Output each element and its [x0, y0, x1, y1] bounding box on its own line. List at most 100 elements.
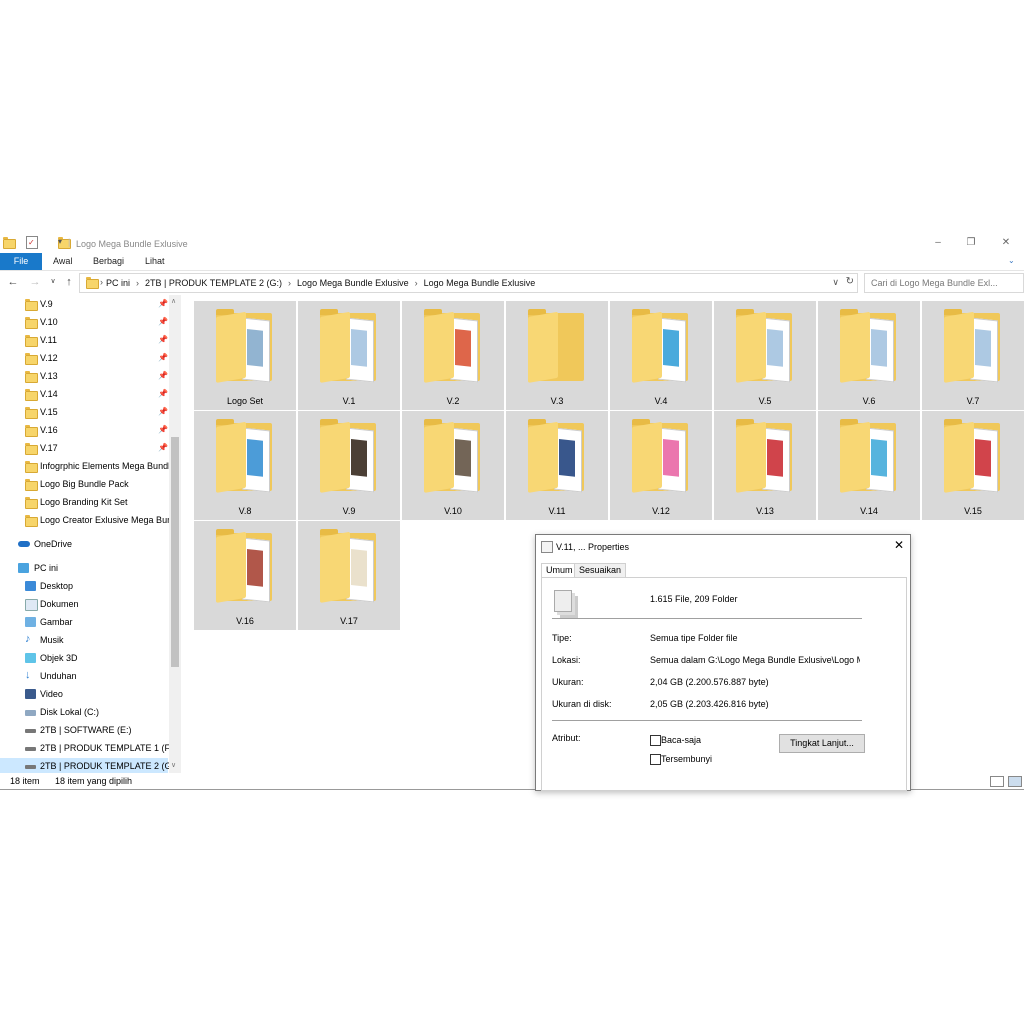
- chevron-right-icon[interactable]: ›: [100, 277, 103, 287]
- folder-tile[interactable]: V.14: [818, 411, 920, 520]
- nav-item-v12[interactable]: V.12 📌: [0, 350, 168, 367]
- folder-tile[interactable]: V.10: [402, 411, 504, 520]
- folder-tile[interactable]: V.8: [194, 411, 296, 520]
- pin-icon: 📌: [158, 335, 168, 344]
- up-arrow-icon[interactable]: ↑: [62, 275, 76, 289]
- nav-item-unduhan[interactable]: ↓ Unduhan: [0, 668, 168, 685]
- hidden-label: Tersembunyi: [661, 754, 713, 764]
- tab-sesuaikan[interactable]: Sesuaikan: [574, 563, 627, 577]
- address-bar[interactable]: › PC ini › 2TB | PRODUK TEMPLATE 2 (G:) › Lo…: [79, 273, 858, 293]
- lokasi-value: Semua dalam G:\Logo Mega Bundle Exlusive…: [650, 655, 860, 665]
- desktop-icon: [25, 581, 36, 591]
- nav-item-drive-e[interactable]: 2TB | SOFTWARE (E:): [0, 722, 168, 739]
- quick-access-dropdown-icon[interactable]: ▾: [58, 237, 62, 249]
- folder-tile[interactable]: V.5: [714, 301, 816, 410]
- nav-item-gambar[interactable]: Gambar: [0, 614, 168, 631]
- nav-item-logo-creator[interactable]: Logo Creator Exlusive Mega Bundle: [0, 512, 181, 529]
- minimize-button[interactable]: –: [928, 235, 948, 251]
- folder-icon: [25, 443, 38, 455]
- folder-tile[interactable]: Logo Set: [194, 301, 296, 410]
- nav-item-disk-c[interactable]: Disk Lokal (C:): [0, 704, 168, 721]
- nav-item-v17[interactable]: V.17 📌: [0, 440, 168, 457]
- nav-item-infographic[interactable]: Infogrphic Elements Mega Bundle: [0, 458, 175, 475]
- folder-tile[interactable]: V.2: [402, 301, 504, 410]
- lokasi-label: Lokasi:: [552, 655, 581, 665]
- back-arrow-icon[interactable]: ←: [6, 275, 20, 289]
- preview-graphic: [247, 549, 263, 587]
- nav-item-drive-f[interactable]: 2TB | PRODUK TEMPLATE 1 (F:): [0, 740, 176, 757]
- nav-item-v13[interactable]: V.13 📌: [0, 368, 168, 385]
- folder-tile[interactable]: V.13: [714, 411, 816, 520]
- dialog-close-button[interactable]: ✕: [894, 538, 904, 552]
- properties-dialog: V.11, ... Properties ✕ Umum Sesuaikan 1.…: [535, 534, 911, 791]
- nav-item-drive-g[interactable]: 2TB | PRODUK TEMPLATE 2 (G:): [0, 758, 177, 773]
- maximize-button[interactable]: ❐: [961, 235, 981, 251]
- chevron-right-icon[interactable]: ›: [136, 278, 139, 288]
- large-icons-view-icon[interactable]: [1008, 776, 1022, 787]
- advanced-button[interactable]: Tingkat Lanjut...: [779, 734, 865, 753]
- chevron-up-icon[interactable]: ∧: [171, 297, 176, 305]
- recent-locations-icon[interactable]: ∨: [46, 275, 60, 289]
- chevron-down-icon[interactable]: ∨: [832, 277, 839, 288]
- folder-tile[interactable]: V.17: [298, 521, 400, 630]
- folder-tile[interactable]: V.3: [506, 301, 608, 410]
- folder-tile[interactable]: V.15: [922, 411, 1024, 520]
- nav-item-v11[interactable]: V.11 📌: [0, 332, 168, 349]
- close-button[interactable]: ✕: [996, 235, 1016, 251]
- folder-front: [320, 421, 350, 493]
- preview-thumbnail: [242, 427, 270, 493]
- hidden-checkbox[interactable]: [650, 754, 661, 765]
- nav-item-logo-branding[interactable]: Logo Branding Kit Set: [0, 494, 168, 511]
- search-input[interactable]: Cari di Logo Mega Bundle Exl...: [864, 273, 1024, 293]
- folder-tile[interactable]: V.6: [818, 301, 920, 410]
- ribbon-expand-icon[interactable]: ⌄: [1008, 256, 1018, 266]
- folder-tile[interactable]: V.11: [506, 411, 608, 520]
- readonly-checkbox[interactable]: [650, 735, 661, 746]
- nav-item-v10[interactable]: V.10 📌: [0, 314, 168, 331]
- preview-thumbnail: [866, 427, 894, 493]
- nav-item-video[interactable]: Video: [0, 686, 168, 703]
- nav-item-v15[interactable]: V.15 📌: [0, 404, 168, 421]
- folder-front: [424, 311, 454, 383]
- nav-item-pc[interactable]: PC ini: [0, 560, 168, 577]
- preview-graphic: [455, 329, 471, 367]
- scrollbar-thumb[interactable]: [171, 437, 179, 667]
- folder-label: V.13: [756, 506, 774, 516]
- nav-item-v9[interactable]: V.9 📌: [0, 296, 168, 313]
- tab-umum[interactable]: Umum: [541, 563, 578, 577]
- breadcrumb-pc[interactable]: PC ini: [106, 278, 130, 288]
- chevron-right-icon[interactable]: ›: [415, 278, 418, 288]
- folder-tile[interactable]: V.4: [610, 301, 712, 410]
- folder-tile[interactable]: V.7: [922, 301, 1024, 410]
- folder-tile[interactable]: V.9: [298, 411, 400, 520]
- breadcrumb-drive[interactable]: 2TB | PRODUK TEMPLATE 2 (G:): [145, 278, 282, 288]
- tab-awal[interactable]: Awal: [53, 253, 72, 270]
- folder-tile[interactable]: V.12: [610, 411, 712, 520]
- tab-file[interactable]: File: [0, 253, 42, 270]
- tab-berbagi[interactable]: Berbagi: [93, 253, 124, 270]
- nav-item-logo-big-bundle[interactable]: Logo Big Bundle Pack: [0, 476, 168, 493]
- folder-tile[interactable]: V.1: [298, 301, 400, 410]
- details-view-icon[interactable]: [990, 776, 1004, 787]
- preview-graphic: [663, 439, 679, 477]
- breadcrumb-current[interactable]: Logo Mega Bundle Exlusive: [424, 278, 536, 288]
- nav-item-onedrive[interactable]: OneDrive: [0, 536, 168, 553]
- forward-arrow-icon[interactable]: →: [28, 275, 42, 289]
- nav-item-v14[interactable]: V.14 📌: [0, 386, 168, 403]
- breadcrumb-folder[interactable]: Logo Mega Bundle Exlusive: [297, 278, 409, 288]
- chevron-down-icon[interactable]: ∨: [171, 761, 176, 769]
- nav-item-v16[interactable]: V.16 📌: [0, 422, 168, 439]
- preview-thumbnail: [450, 427, 478, 493]
- nav-scrollbar[interactable]: ∧ ∨: [169, 295, 181, 773]
- folder-tile[interactable]: V.16: [194, 521, 296, 630]
- chevron-right-icon[interactable]: ›: [288, 278, 291, 288]
- preview-thumbnail: [970, 427, 998, 493]
- nav-item-objek3d[interactable]: Objek 3D: [0, 650, 168, 667]
- refresh-icon[interactable]: ↻: [846, 276, 854, 287]
- tab-lihat[interactable]: Lihat: [145, 253, 165, 270]
- properties-icon[interactable]: ✓: [26, 236, 38, 249]
- nav-item-dokumen[interactable]: Dokumen: [0, 596, 168, 613]
- nav-item-musik[interactable]: ♪ Musik: [0, 632, 168, 649]
- nav-item-desktop[interactable]: Desktop: [0, 578, 168, 595]
- folder-label: V.4: [654, 396, 668, 406]
